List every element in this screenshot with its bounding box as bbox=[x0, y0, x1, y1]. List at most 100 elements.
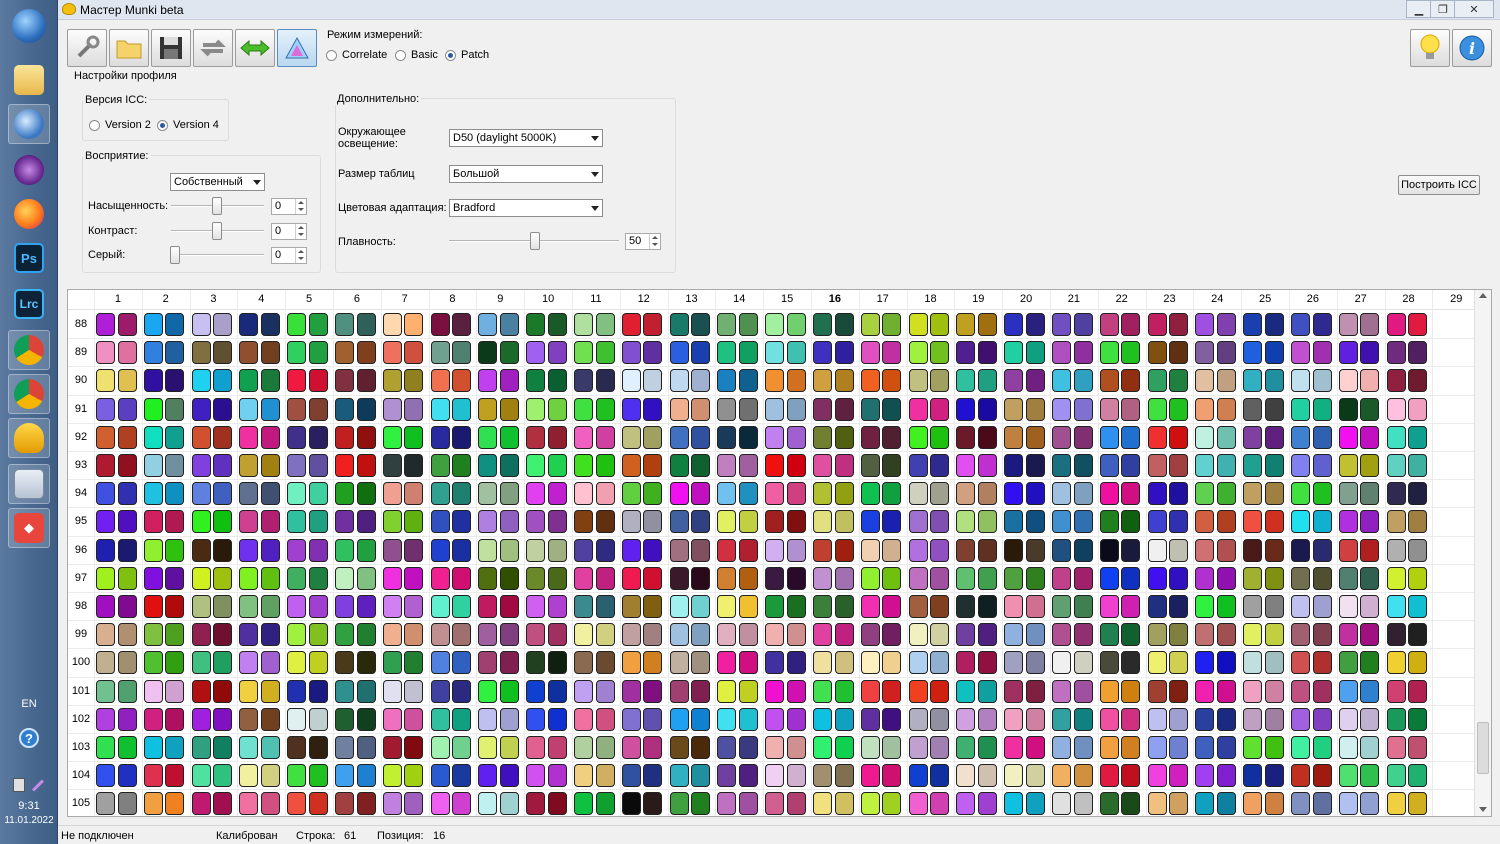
calibrate-button[interactable] bbox=[67, 29, 107, 67]
color-patch[interactable] bbox=[765, 566, 785, 590]
color-patch[interactable] bbox=[930, 425, 950, 449]
color-patch[interactable] bbox=[382, 510, 402, 534]
color-patch[interactable] bbox=[404, 482, 424, 506]
color-patch[interactable] bbox=[691, 707, 711, 731]
color-patch[interactable] bbox=[1169, 482, 1189, 506]
color-patch[interactable] bbox=[786, 482, 806, 506]
color-patch[interactable] bbox=[1004, 397, 1024, 421]
color-patch[interactable] bbox=[691, 623, 711, 647]
clock-date[interactable]: 11.01.2022 bbox=[0, 815, 58, 826]
color-patch[interactable] bbox=[1052, 764, 1071, 788]
color-patch[interactable] bbox=[1073, 454, 1093, 477]
color-patch[interactable] bbox=[308, 425, 328, 449]
color-patch[interactable] bbox=[1073, 651, 1093, 675]
color-patch[interactable] bbox=[260, 313, 280, 336]
color-patch[interactable] bbox=[165, 764, 185, 788]
color-patch[interactable] bbox=[213, 425, 233, 449]
color-patch[interactable] bbox=[930, 566, 950, 590]
color-patch[interactable] bbox=[499, 566, 519, 590]
color-patch[interactable] bbox=[738, 397, 758, 421]
color-patch[interactable] bbox=[382, 454, 402, 477]
color-patch[interactable] bbox=[1386, 623, 1406, 647]
color-patch[interactable] bbox=[478, 538, 498, 562]
color-patch[interactable] bbox=[404, 538, 424, 562]
color-patch[interactable] bbox=[191, 792, 211, 816]
color-patch[interactable] bbox=[1338, 425, 1358, 449]
column-header[interactable]: 27 bbox=[1337, 293, 1385, 305]
color-patch[interactable] bbox=[96, 397, 115, 421]
color-patch[interactable] bbox=[1052, 425, 1071, 449]
color-patch[interactable] bbox=[404, 425, 424, 449]
build-icc-button[interactable]: Построить ICC bbox=[1398, 175, 1480, 195]
color-patch[interactable] bbox=[1169, 510, 1189, 534]
icc-version-4[interactable]: Version 4 bbox=[157, 119, 219, 131]
color-patch[interactable] bbox=[1264, 679, 1284, 703]
color-patch[interactable] bbox=[1408, 510, 1428, 534]
column-header[interactable]: 7 bbox=[381, 293, 429, 305]
color-patch[interactable] bbox=[1386, 595, 1406, 618]
color-patch[interactable] bbox=[595, 792, 615, 816]
color-patch[interactable] bbox=[1099, 792, 1119, 816]
color-patch[interactable] bbox=[308, 454, 328, 477]
color-patch[interactable] bbox=[1099, 595, 1119, 618]
row-header[interactable]: 92 bbox=[68, 431, 94, 443]
color-patch[interactable] bbox=[1264, 736, 1284, 759]
color-patch[interactable] bbox=[643, 510, 663, 534]
icc-version-2[interactable]: Version 2 bbox=[89, 119, 151, 131]
color-patch[interactable] bbox=[1408, 595, 1428, 618]
color-patch[interactable] bbox=[335, 792, 354, 816]
color-patch[interactable] bbox=[191, 425, 211, 449]
color-patch[interactable] bbox=[1264, 482, 1284, 506]
color-patch[interactable] bbox=[96, 341, 115, 365]
repeat-button[interactable] bbox=[193, 29, 233, 67]
color-patch[interactable] bbox=[956, 707, 976, 731]
color-patch[interactable] bbox=[308, 538, 328, 562]
color-patch[interactable] bbox=[1121, 764, 1141, 788]
color-patch[interactable] bbox=[738, 736, 758, 759]
color-patch[interactable] bbox=[165, 425, 185, 449]
color-patch[interactable] bbox=[574, 425, 593, 449]
color-patch[interactable] bbox=[1312, 538, 1332, 562]
color-patch[interactable] bbox=[956, 510, 976, 534]
color-patch[interactable] bbox=[860, 764, 880, 788]
gray-slider[interactable] bbox=[170, 246, 180, 264]
color-patch[interactable] bbox=[308, 736, 328, 759]
color-patch[interactable] bbox=[1195, 595, 1215, 618]
color-patch[interactable] bbox=[1338, 341, 1358, 365]
color-patch[interactable] bbox=[165, 651, 185, 675]
color-patch[interactable] bbox=[430, 566, 450, 590]
color-patch[interactable] bbox=[860, 510, 880, 534]
color-patch[interactable] bbox=[574, 651, 593, 675]
color-patch[interactable] bbox=[356, 538, 376, 562]
color-patch[interactable] bbox=[96, 707, 115, 731]
color-patch[interactable] bbox=[1386, 454, 1406, 477]
color-patch[interactable] bbox=[1147, 792, 1167, 816]
column-header[interactable]: 23 bbox=[1146, 293, 1194, 305]
color-patch[interactable] bbox=[526, 736, 546, 759]
color-patch[interactable] bbox=[213, 454, 233, 477]
color-patch[interactable] bbox=[574, 369, 593, 393]
color-patch[interactable] bbox=[765, 538, 785, 562]
color-patch[interactable] bbox=[143, 736, 163, 759]
color-patch[interactable] bbox=[356, 397, 376, 421]
color-patch[interactable] bbox=[574, 538, 593, 562]
color-patch[interactable] bbox=[1052, 566, 1071, 590]
color-patch[interactable] bbox=[1312, 623, 1332, 647]
color-patch[interactable] bbox=[669, 397, 689, 421]
color-patch[interactable] bbox=[956, 454, 976, 477]
color-patch[interactable] bbox=[1360, 595, 1380, 618]
color-patch[interactable] bbox=[1264, 623, 1284, 647]
color-patch[interactable] bbox=[1312, 369, 1332, 393]
color-patch[interactable] bbox=[547, 482, 567, 506]
color-patch[interactable] bbox=[738, 764, 758, 788]
color-patch[interactable] bbox=[308, 313, 328, 336]
color-patch[interactable] bbox=[1121, 369, 1141, 393]
color-patch[interactable] bbox=[1121, 510, 1141, 534]
color-patch[interactable] bbox=[1121, 707, 1141, 731]
color-patch[interactable] bbox=[335, 510, 354, 534]
color-patch[interactable] bbox=[430, 792, 450, 816]
color-patch[interactable] bbox=[356, 651, 376, 675]
color-patch[interactable] bbox=[1025, 538, 1045, 562]
color-patch[interactable] bbox=[1025, 736, 1045, 759]
color-patch[interactable] bbox=[1386, 369, 1406, 393]
